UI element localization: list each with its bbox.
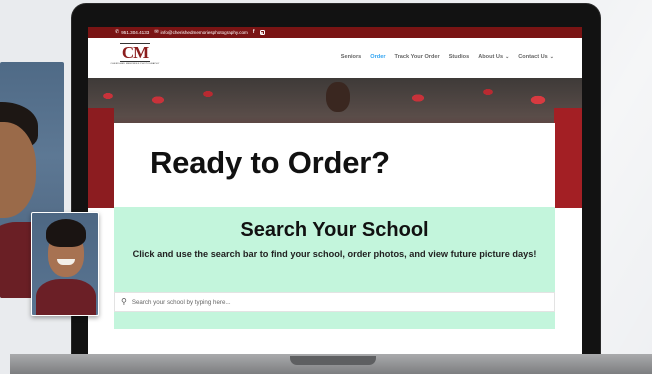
email-contact[interactable]: ✉ info@cherishedmemoriesphotography.com: [154, 29, 248, 36]
nav-item-studios[interactable]: Studios: [449, 54, 470, 60]
nav-item-about-us[interactable]: About Us ⌄: [478, 54, 509, 60]
school-search-input[interactable]: [131, 298, 532, 306]
nav-item-order[interactable]: Order: [370, 54, 385, 60]
school-search-section: Search Your School Click and use the sea…: [114, 207, 555, 329]
graduate-figure: [326, 82, 350, 112]
facebook-link[interactable]: f: [253, 30, 255, 35]
search-title: Search Your School: [240, 219, 429, 241]
chevron-down-icon: ⌄: [505, 54, 510, 60]
main-nav: Seniors Order Track Your Order Studios A…: [341, 54, 554, 60]
site-header: CM CHERISHED MEMORIES PHOTOGRAPHY Senior…: [88, 38, 582, 78]
chevron-down-icon: ⌄: [549, 54, 554, 60]
portrait-photo-small: [31, 212, 99, 316]
nav-item-about-us-label: About Us: [478, 54, 504, 60]
instagram-link[interactable]: [259, 30, 265, 35]
email-icon: ✉: [154, 29, 159, 35]
hero-gown-left: [88, 108, 114, 208]
email-address: info@cherishedmemoriesphotography.com: [160, 30, 248, 35]
instagram-icon: [259, 30, 265, 35]
search-icon: ⚲: [121, 297, 127, 306]
nav-item-contact-us[interactable]: Contact Us ⌄: [518, 54, 554, 60]
order-heading-card: Ready to Order?: [114, 123, 555, 207]
phone-icon: ✆: [115, 29, 120, 35]
nav-item-contact-us-label: Contact Us: [518, 54, 548, 60]
nav-item-seniors[interactable]: Seniors: [341, 54, 362, 60]
logo-mark: CM: [119, 43, 151, 62]
page-title: Ready to Order?: [150, 145, 390, 180]
hero-gown-right: [554, 108, 582, 208]
logo-subtitle: CHERISHED MEMORIES PHOTOGRAPHY: [110, 63, 160, 65]
phone-number: 951.304.4133: [121, 30, 150, 35]
site-logo[interactable]: CM CHERISHED MEMORIES PHOTOGRAPHY: [111, 43, 159, 71]
top-contact-bar: ✆ 951.304.4133 ✉ info@cherishedmemoriesp…: [88, 27, 582, 38]
phone-contact[interactable]: ✆ 951.304.4133: [115, 29, 150, 36]
school-search-box[interactable]: ⚲: [114, 292, 555, 312]
nav-item-track-your-order[interactable]: Track Your Order: [395, 54, 440, 60]
facebook-icon: f: [252, 29, 255, 35]
laptop-notch: [290, 356, 376, 365]
website-screen: ✆ 951.304.4133 ✉ info@cherishedmemoriesp…: [88, 27, 582, 354]
search-description: Click and use the search bar to find you…: [132, 249, 537, 259]
